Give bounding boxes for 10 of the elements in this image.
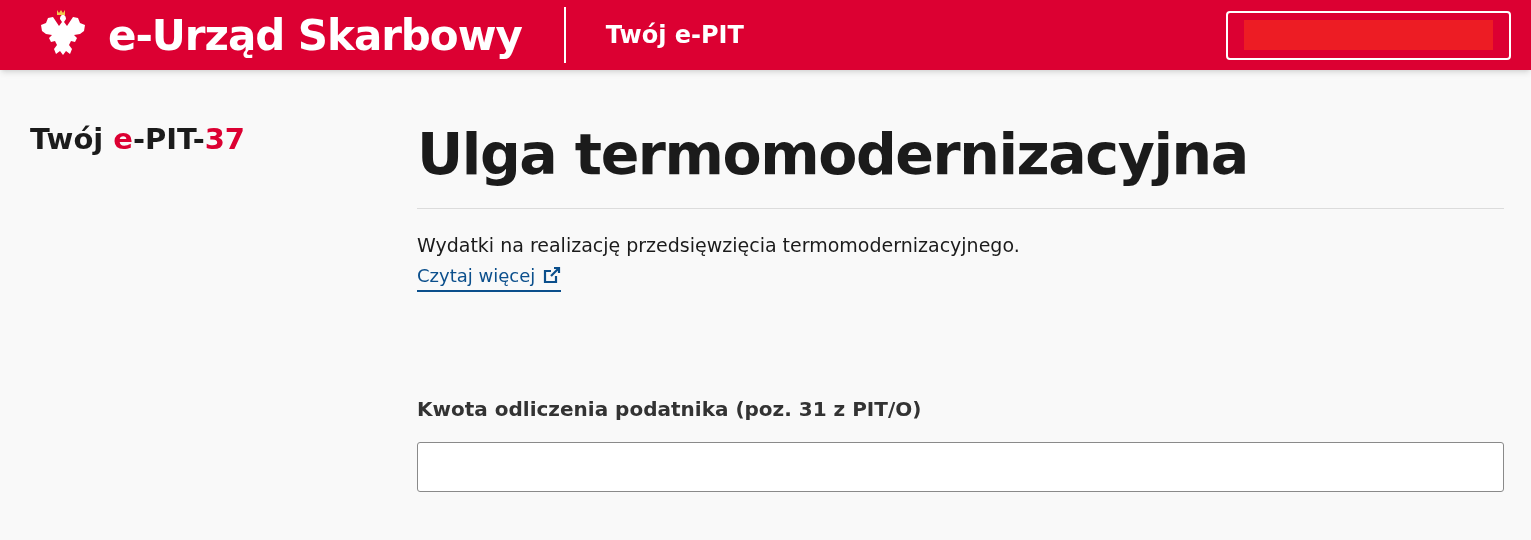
field-label: Kwota odliczenia podatnika (poz. 31 z PIT/O) [417,395,923,423]
external-link-icon [543,266,562,284]
section-title[interactable]: Twój e-PIT [605,17,744,53]
account-button[interactable] [1226,10,1511,60]
page-heading: Ulga termomodernizacyjna [417,120,1249,189]
site-title[interactable]: e-Urząd Skarbowy [108,3,522,67]
description: Wydatki na realizację przedsięwzięcia termomodernizacyjnego. [417,233,1021,258]
amount-input[interactable] [417,441,1504,492]
read-more-link[interactable]: Czytaj więcej [417,261,562,292]
form-title: Twój e-PIT-37 [30,121,247,158]
